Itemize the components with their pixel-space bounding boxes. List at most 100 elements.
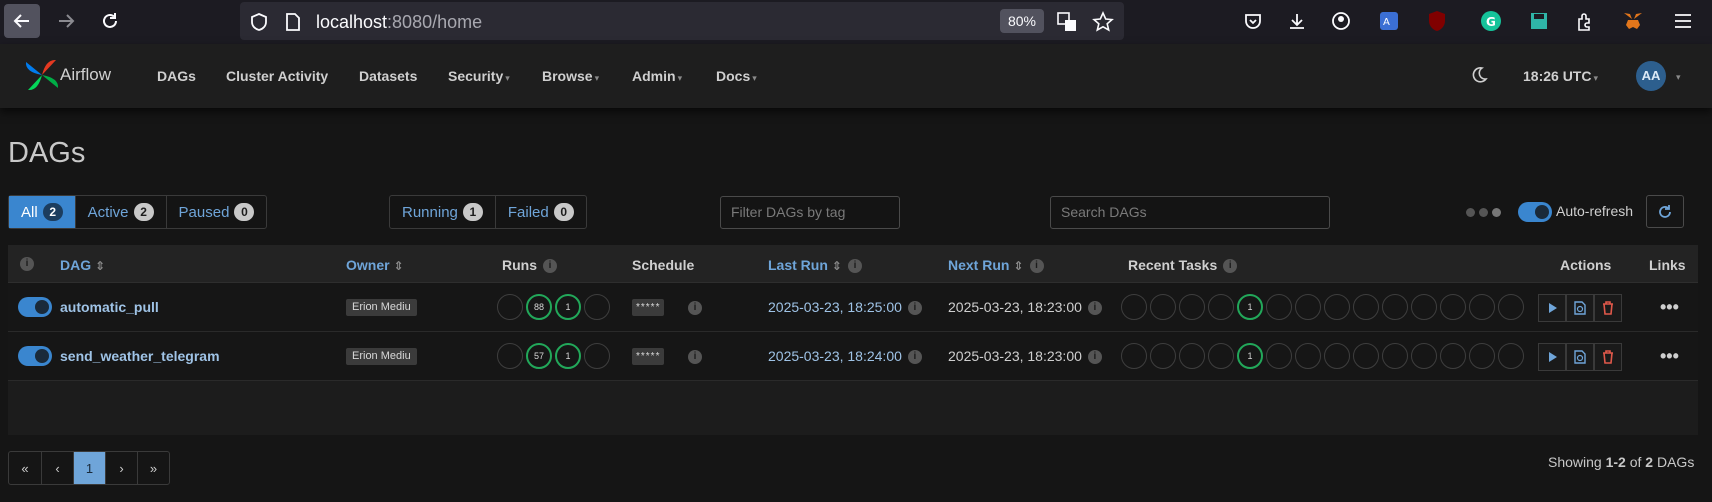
nav-cluster-activity[interactable]: Cluster Activity: [226, 68, 328, 84]
task-state-circle[interactable]: [1382, 343, 1408, 369]
schedule-badge[interactable]: *****: [632, 299, 665, 316]
clock-dropdown[interactable]: 18:26 UTC ▾: [1523, 68, 1598, 84]
info-icon[interactable]: i: [543, 259, 557, 274]
save-extension-icon[interactable]: [1526, 8, 1552, 34]
airflow-logo[interactable]: [22, 56, 62, 94]
auto-refresh-toggle[interactable]: [1518, 202, 1552, 222]
task-state-circle[interactable]: [1498, 343, 1524, 369]
more-links-icon[interactable]: •••: [1660, 346, 1679, 367]
info-icon[interactable]: i: [847, 259, 862, 274]
nav-browse[interactable]: Browse ▾: [542, 68, 599, 84]
task-state-circle[interactable]: [1266, 343, 1292, 369]
info-icon[interactable]: i: [1223, 259, 1238, 274]
info-icon[interactable]: i: [20, 257, 34, 271]
back-button[interactable]: [4, 4, 40, 38]
task-state-circle[interactable]: [1324, 343, 1350, 369]
shield-icon[interactable]: [248, 11, 270, 33]
forward-button[interactable]: [48, 4, 84, 38]
header-last-run[interactable]: Last Run ⇕ i: [768, 257, 862, 274]
task-state-circle[interactable]: [1411, 343, 1437, 369]
header-next-run[interactable]: Next Run ⇕ i: [948, 257, 1044, 274]
nav-docs[interactable]: Docs ▾: [716, 68, 757, 84]
header-owner[interactable]: Owner ⇕: [346, 257, 404, 273]
info-icon[interactable]: i: [1029, 259, 1044, 274]
reparse-dag-button[interactable]: [1566, 343, 1594, 371]
task-state-circle[interactable]: [1150, 343, 1176, 369]
info-icon[interactable]: i: [688, 301, 702, 315]
pocket-icon[interactable]: [1240, 8, 1266, 34]
dag-pause-toggle[interactable]: [18, 346, 52, 366]
task-state-circle[interactable]: [1382, 294, 1408, 320]
task-state-circle[interactable]: [1150, 294, 1176, 320]
nav-dags[interactable]: DAGs: [157, 68, 196, 84]
task-state-circle[interactable]: [1324, 294, 1350, 320]
run-state-circle[interactable]: [497, 343, 523, 369]
run-state-circle[interactable]: 88: [526, 294, 552, 320]
trigger-dag-button[interactable]: [1538, 343, 1566, 371]
star-icon[interactable]: [1092, 11, 1114, 33]
nav-admin[interactable]: Admin ▾: [632, 68, 682, 84]
trigger-dag-button[interactable]: [1538, 294, 1566, 322]
dag-link[interactable]: automatic_pull: [60, 299, 159, 315]
task-state-circle[interactable]: [1295, 294, 1321, 320]
account-icon[interactable]: [1328, 8, 1354, 34]
brand-name[interactable]: Airflow: [60, 65, 111, 85]
nav-security[interactable]: Security ▾: [448, 68, 510, 84]
task-state-circle[interactable]: 1: [1237, 343, 1263, 369]
run-state-circle[interactable]: 1: [555, 343, 581, 369]
refresh-button[interactable]: [1646, 195, 1684, 228]
schedule-badge[interactable]: *****: [632, 348, 665, 365]
task-state-circle[interactable]: 1: [1237, 294, 1263, 320]
zoom-level[interactable]: 80%: [1000, 9, 1044, 33]
translate-icon[interactable]: [1056, 11, 1078, 33]
menu-icon[interactable]: [1670, 8, 1696, 34]
dag-link[interactable]: send_weather_telegram: [60, 348, 220, 364]
task-state-circle[interactable]: [1179, 294, 1205, 320]
header-dag[interactable]: DAG ⇕: [60, 257, 105, 273]
task-state-circle[interactable]: [1208, 343, 1234, 369]
search-dags-input[interactable]: Search DAGs: [1050, 196, 1330, 229]
task-state-circle[interactable]: [1469, 294, 1495, 320]
page-first-button[interactable]: «: [9, 452, 41, 484]
page-prev-button[interactable]: ‹: [41, 452, 73, 484]
task-state-circle[interactable]: [1353, 343, 1379, 369]
run-state-circle[interactable]: [497, 294, 523, 320]
download-icon[interactable]: [1284, 8, 1310, 34]
more-links-icon[interactable]: •••: [1660, 297, 1679, 318]
filter-failed[interactable]: Failed 0: [494, 196, 586, 228]
run-state-circle[interactable]: 57: [526, 343, 552, 369]
page-next-button[interactable]: ›: [105, 452, 137, 484]
task-state-circle[interactable]: [1266, 294, 1292, 320]
extensions-icon[interactable]: [1572, 8, 1598, 34]
page-icon[interactable]: [282, 11, 304, 33]
task-state-circle[interactable]: [1411, 294, 1437, 320]
grammarly-icon[interactable]: G: [1478, 8, 1504, 34]
url-text[interactable]: localhost:8080/home: [316, 12, 482, 33]
moon-icon[interactable]: [1470, 66, 1488, 84]
last-run-date[interactable]: 2025-03-23, 18:24:00 i: [768, 348, 922, 365]
metamask-icon[interactable]: [1620, 8, 1646, 34]
filter-all[interactable]: All 2: [9, 196, 75, 228]
delete-dag-button[interactable]: [1594, 343, 1622, 371]
owner-badge[interactable]: Erion Mediu: [346, 299, 417, 316]
task-state-circle[interactable]: [1353, 294, 1379, 320]
run-state-circle[interactable]: [584, 343, 610, 369]
last-run-date[interactable]: 2025-03-23, 18:25:00 i: [768, 299, 922, 316]
dag-pause-toggle[interactable]: [18, 297, 52, 317]
tag-filter-input[interactable]: Filter DAGs by tag: [720, 196, 900, 229]
task-state-circle[interactable]: [1179, 343, 1205, 369]
info-icon[interactable]: i: [907, 301, 922, 316]
info-icon[interactable]: i: [688, 350, 702, 364]
page-current-button[interactable]: 1: [73, 452, 105, 484]
page-last-button[interactable]: »: [137, 452, 169, 484]
filter-running[interactable]: Running 1: [390, 196, 495, 228]
task-state-circle[interactable]: [1295, 343, 1321, 369]
reload-button[interactable]: [92, 4, 128, 38]
url-bar[interactable]: localhost:8080/home 80%: [240, 2, 1124, 40]
run-state-circle[interactable]: [584, 294, 610, 320]
task-state-circle[interactable]: [1121, 343, 1147, 369]
filter-active[interactable]: Active 2: [74, 196, 166, 228]
task-state-circle[interactable]: [1440, 294, 1466, 320]
info-icon[interactable]: i: [907, 350, 922, 365]
task-state-circle[interactable]: [1440, 343, 1466, 369]
